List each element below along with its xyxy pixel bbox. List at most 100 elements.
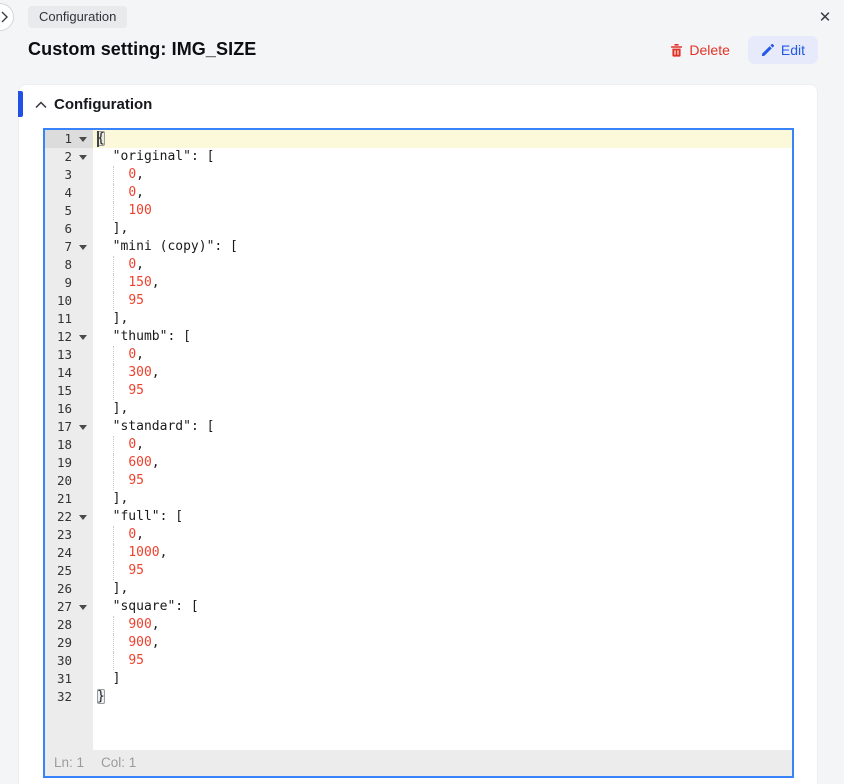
line-number: 22 bbox=[45, 508, 93, 526]
code-line[interactable]: 0, bbox=[93, 184, 792, 202]
trash-icon bbox=[670, 43, 683, 57]
code-line[interactable]: "standard": [ bbox=[93, 418, 792, 436]
tab-configuration[interactable]: Configuration bbox=[28, 6, 127, 28]
json-editor[interactable]: 1234567891011121314151617181920212223242… bbox=[43, 128, 794, 778]
fold-toggle-icon[interactable] bbox=[79, 425, 87, 430]
code-line[interactable]: ], bbox=[93, 400, 792, 418]
code-line[interactable]: 300, bbox=[93, 364, 792, 382]
line-number: 26 bbox=[45, 580, 93, 598]
indent-guide bbox=[113, 652, 114, 670]
line-number: 12 bbox=[45, 328, 93, 346]
line-number: 4 bbox=[45, 184, 93, 202]
indent-guide bbox=[113, 184, 114, 202]
indent-guide bbox=[113, 256, 114, 274]
code-line[interactable]: 600, bbox=[93, 454, 792, 472]
code-line[interactable]: 0, bbox=[93, 346, 792, 364]
status-line-indicator: Ln: 1 bbox=[54, 750, 84, 776]
fold-toggle-icon[interactable] bbox=[79, 155, 87, 160]
line-number: 1 bbox=[45, 130, 93, 148]
line-number: 18 bbox=[45, 436, 93, 454]
code-line[interactable]: 150, bbox=[93, 274, 792, 292]
editor-code-area[interactable]: { "original": [ 0, 0, 100 ], "mini (copy… bbox=[93, 130, 792, 750]
line-number: 32 bbox=[45, 688, 93, 706]
code-line[interactable]: "thumb": [ bbox=[93, 328, 792, 346]
indent-guide bbox=[113, 472, 114, 490]
editor-status-bar: Ln: 1 Col: 1 bbox=[45, 750, 792, 776]
chevron-right-icon bbox=[1, 11, 8, 23]
line-number: 31 bbox=[45, 670, 93, 688]
code-line[interactable]: "square": [ bbox=[93, 598, 792, 616]
line-number: 30 bbox=[45, 652, 93, 670]
code-line[interactable]: 900, bbox=[93, 634, 792, 652]
line-number: 6 bbox=[45, 220, 93, 238]
code-line[interactable]: 95 bbox=[93, 562, 792, 580]
line-number: 20 bbox=[45, 472, 93, 490]
fold-toggle-icon[interactable] bbox=[79, 605, 87, 610]
line-number: 10 bbox=[45, 292, 93, 310]
indent-guide bbox=[113, 616, 114, 634]
editor-gutter: 1234567891011121314151617181920212223242… bbox=[45, 130, 93, 750]
line-number: 27 bbox=[45, 598, 93, 616]
fold-toggle-icon[interactable] bbox=[79, 515, 87, 520]
line-number: 7 bbox=[45, 238, 93, 256]
close-icon[interactable]: ✕ bbox=[814, 7, 836, 29]
code-line[interactable]: 0, bbox=[93, 166, 792, 184]
indent-guide bbox=[113, 454, 114, 472]
expand-panel-button[interactable] bbox=[0, 3, 14, 31]
fold-toggle-icon[interactable] bbox=[79, 335, 87, 340]
indent-guide bbox=[113, 526, 114, 544]
code-line[interactable]: 1000, bbox=[93, 544, 792, 562]
status-column-indicator: Col: 1 bbox=[101, 750, 136, 776]
code-line[interactable]: 95 bbox=[93, 472, 792, 490]
code-line[interactable]: 95 bbox=[93, 652, 792, 670]
fold-toggle-icon[interactable] bbox=[79, 245, 87, 250]
code-line[interactable]: ], bbox=[93, 580, 792, 598]
indent-guide bbox=[113, 634, 114, 652]
code-line[interactable]: "mini (copy)": [ bbox=[93, 238, 792, 256]
line-number: 16 bbox=[45, 400, 93, 418]
collapse-section-button[interactable] bbox=[32, 95, 50, 113]
code-line[interactable]: "original": [ bbox=[93, 148, 792, 166]
code-line[interactable]: 0, bbox=[93, 256, 792, 274]
line-number: 25 bbox=[45, 562, 93, 580]
code-line[interactable]: 900, bbox=[93, 616, 792, 634]
header-actions: Delete Edit bbox=[670, 36, 818, 64]
line-number: 11 bbox=[45, 310, 93, 328]
code-line[interactable]: { bbox=[93, 130, 792, 148]
line-number: 14 bbox=[45, 364, 93, 382]
indent-guide bbox=[113, 274, 114, 292]
edit-button[interactable]: Edit bbox=[748, 36, 818, 64]
line-number: 23 bbox=[45, 526, 93, 544]
indent-guide bbox=[113, 544, 114, 562]
line-number: 8 bbox=[45, 256, 93, 274]
code-line[interactable]: "full": [ bbox=[93, 508, 792, 526]
code-line[interactable]: ], bbox=[93, 490, 792, 508]
line-number: 13 bbox=[45, 346, 93, 364]
delete-button[interactable]: Delete bbox=[670, 42, 729, 58]
indent-guide bbox=[113, 292, 114, 310]
configuration-card: Configuration 12345678910111213141516171… bbox=[18, 84, 818, 784]
code-line[interactable]: 0, bbox=[93, 436, 792, 454]
edit-button-label: Edit bbox=[781, 42, 805, 58]
fold-toggle-icon[interactable] bbox=[79, 137, 87, 142]
code-line[interactable]: 95 bbox=[93, 382, 792, 400]
code-line[interactable]: ], bbox=[93, 310, 792, 328]
code-line[interactable]: ] bbox=[93, 670, 792, 688]
code-line[interactable]: 100 bbox=[93, 202, 792, 220]
line-number: 3 bbox=[45, 166, 93, 184]
indent-guide bbox=[113, 382, 114, 400]
indent-guide bbox=[113, 346, 114, 364]
line-number: 9 bbox=[45, 274, 93, 292]
line-number: 24 bbox=[45, 544, 93, 562]
section-header: Configuration bbox=[19, 91, 152, 117]
code-line[interactable]: 95 bbox=[93, 292, 792, 310]
code-line[interactable]: ], bbox=[93, 220, 792, 238]
line-number: 15 bbox=[45, 382, 93, 400]
code-line[interactable]: 0, bbox=[93, 526, 792, 544]
code-line[interactable]: } bbox=[93, 688, 792, 706]
line-number: 2 bbox=[45, 148, 93, 166]
line-number: 21 bbox=[45, 490, 93, 508]
chevron-up-icon bbox=[35, 101, 47, 109]
line-number: 17 bbox=[45, 418, 93, 436]
indent-guide bbox=[113, 364, 114, 382]
